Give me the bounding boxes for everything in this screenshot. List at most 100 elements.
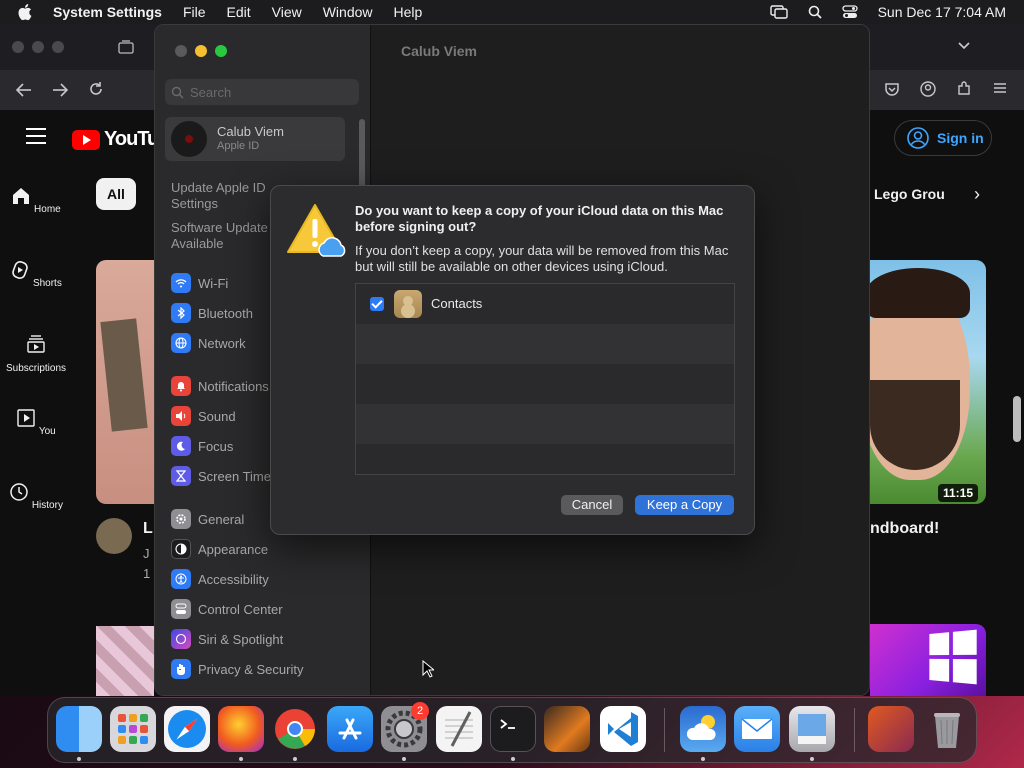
sidebar-item-sound[interactable]: Sound (171, 406, 236, 426)
account-icon[interactable] (920, 81, 936, 97)
close-dot[interactable] (12, 41, 24, 53)
channel-avatar[interactable] (96, 518, 132, 554)
nav-shorts[interactable]: Shorts (0, 260, 72, 289)
user-icon (907, 127, 929, 149)
hamburger-menu-icon[interactable] (993, 82, 1007, 94)
video-thumbnail[interactable] (96, 626, 154, 696)
video-title[interactable]: ndboard! (870, 520, 939, 538)
sidebar-scrollbar[interactable] (359, 119, 365, 189)
sign-in-button[interactable]: Sign in (894, 120, 992, 156)
downloads-stack-icon[interactable] (868, 706, 914, 752)
chip-all[interactable]: All (96, 178, 136, 210)
sidebar-item-wifi[interactable]: Wi-Fi (171, 273, 228, 293)
dock-separator (854, 708, 855, 752)
minimize-button[interactable] (195, 45, 207, 57)
sidebar-item-general[interactable]: General (171, 509, 244, 529)
tab-overview-icon[interactable] (118, 40, 134, 54)
menu-window[interactable]: Window (323, 4, 373, 20)
chevron-right-icon[interactable]: › (974, 184, 980, 205)
system-settings-icon[interactable]: 2 (381, 702, 429, 752)
back-icon[interactable] (15, 82, 33, 98)
pocket-icon[interactable] (884, 81, 900, 97)
video-meta: 1 (143, 566, 151, 581)
search-placeholder: Search (190, 84, 232, 100)
content-title: Calub Viem (401, 43, 477, 59)
zoom-dot[interactable] (52, 41, 64, 53)
sidebar-item-appearance[interactable]: Appearance (171, 539, 268, 559)
sidebar-item-focus[interactable]: Focus (171, 436, 233, 456)
sidebar-item-label: Network (198, 335, 246, 351)
terminal-icon[interactable] (490, 706, 536, 752)
forward-icon[interactable] (51, 82, 69, 98)
launchpad-icon[interactable] (110, 706, 156, 752)
nav-home[interactable]: Home (0, 186, 72, 215)
garageband-icon[interactable] (544, 706, 590, 752)
firefox-icon[interactable] (218, 706, 264, 752)
nav-subscriptions[interactable]: Subscriptions (0, 334, 72, 374)
extensions-icon[interactable] (956, 81, 972, 97)
video-title[interactable]: L (143, 520, 153, 538)
nav-history[interactable]: History (0, 482, 72, 511)
running-indicator (511, 757, 515, 761)
software-update-link[interactable]: Software Update Available (171, 220, 281, 252)
finder-icon[interactable] (56, 706, 102, 752)
apple-id-account[interactable]: Calub Viem Apple ID (165, 117, 345, 161)
mail-icon[interactable] (734, 706, 780, 752)
dock: 2 (47, 697, 977, 763)
page-scrollbar[interactable] (1013, 396, 1021, 442)
video-thumbnail[interactable] (96, 260, 154, 504)
video-thumbnail[interactable] (870, 624, 986, 696)
network-icon (171, 333, 191, 353)
trash-icon[interactable] (924, 706, 970, 752)
video-thumbnail[interactable] (870, 260, 986, 504)
zoom-button[interactable] (215, 45, 227, 57)
youtube-menu-icon[interactable] (26, 128, 46, 144)
menu-clock[interactable]: Sun Dec 17 7:04 AM (878, 4, 1006, 20)
sidebar-item-label: Siri & Spotlight (198, 631, 284, 647)
apple-icon[interactable] (17, 3, 35, 21)
icloud-data-list: Contacts (355, 283, 735, 475)
reload-icon[interactable] (88, 81, 104, 97)
menu-file[interactable]: File (183, 4, 206, 20)
sidebar-item-bluetooth[interactable]: Bluetooth (171, 303, 253, 323)
nav-you[interactable]: You (0, 408, 72, 437)
update-apple-id-link[interactable]: Update Apple ID Settings (171, 180, 281, 212)
running-indicator (402, 757, 406, 761)
contacts-checkbox[interactable] (370, 297, 384, 311)
icloud-weather-icon[interactable] (680, 706, 726, 752)
sidebar-item-privacy-security[interactable]: Privacy & Security (171, 659, 303, 679)
chevron-down-icon[interactable] (957, 41, 971, 51)
app-store-icon[interactable] (327, 706, 373, 752)
cancel-button[interactable]: Cancel (561, 495, 623, 515)
keep-a-copy-button[interactable]: Keep a Copy (635, 495, 734, 515)
chip-lego-group[interactable]: Lego Grou (874, 186, 945, 202)
nav-home-label: Home (34, 204, 61, 215)
sidebar-item-network[interactable]: Network (171, 333, 246, 353)
sidebar-item-screen-time[interactable]: Screen Time (171, 466, 271, 486)
spotlight-search-icon[interactable] (808, 5, 822, 19)
safari-icon[interactable] (164, 706, 210, 752)
minimize-dot[interactable] (32, 41, 44, 53)
menu-help[interactable]: Help (394, 4, 423, 20)
windows-logo-icon (929, 629, 977, 685)
focus-icon (171, 436, 191, 456)
sidebar-item-control-center[interactable]: Control Center (171, 599, 283, 619)
textedit-icon[interactable] (436, 706, 482, 752)
accessibility-icon (171, 569, 191, 589)
preview-icon[interactable] (789, 706, 835, 752)
screen-mirroring-icon[interactable] (769, 5, 788, 19)
siri-icon (171, 629, 191, 649)
chrome-icon[interactable] (272, 706, 318, 752)
menu-edit[interactable]: Edit (227, 4, 251, 20)
settings-search-input[interactable]: Search (165, 79, 359, 105)
menu-view[interactable]: View (272, 4, 302, 20)
sidebar-item-accessibility[interactable]: Accessibility (171, 569, 269, 589)
vscode-icon[interactable] (600, 706, 646, 752)
sidebar-item-notifications[interactable]: Notifications (171, 376, 269, 396)
sidebar-item-label: Sound (198, 408, 236, 424)
close-button[interactable] (175, 45, 187, 57)
menu-app-name[interactable]: System Settings (53, 4, 162, 20)
sidebar-item-siri-spotlight[interactable]: Siri & Spotlight (171, 629, 283, 649)
list-item[interactable]: Contacts (356, 284, 734, 324)
control-center-icon[interactable] (841, 5, 858, 19)
